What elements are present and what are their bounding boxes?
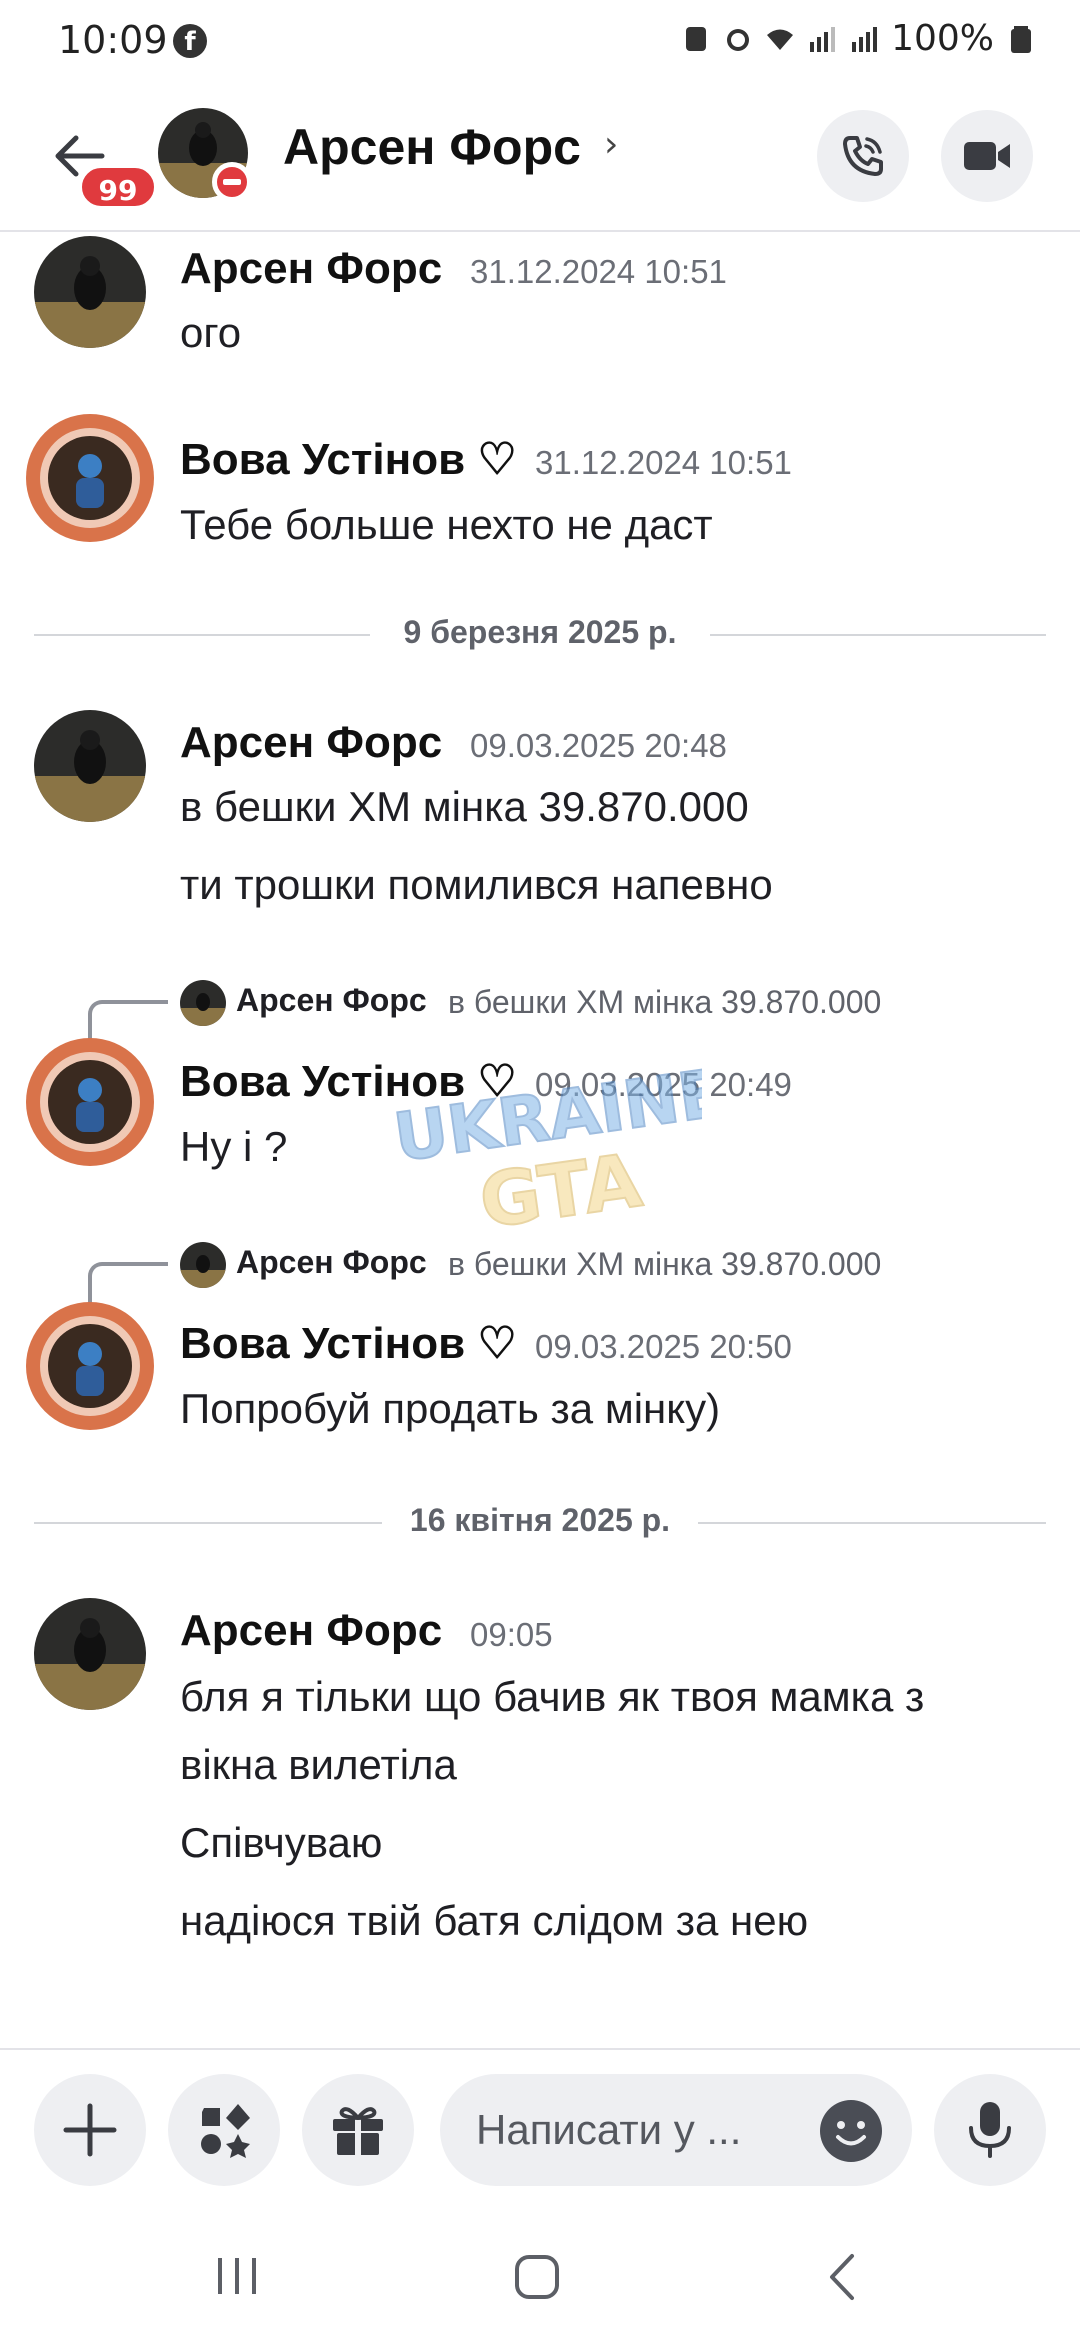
voice-call-button[interactable] xyxy=(817,110,909,202)
back-nav-icon[interactable] xyxy=(824,2252,858,2302)
status-bar: 10:09 f 100% xyxy=(0,0,1080,84)
nfc-icon xyxy=(686,26,707,51)
reply-reference[interactable]: Арсен Форс в бешки ХМ мінка 39.870.000 xyxy=(88,976,1068,1048)
message-input-placeholder: Написати у ... xyxy=(476,2106,742,2153)
message-timestamp: 09.03.2025 20:48 xyxy=(470,727,727,764)
avatar-vova[interactable] xyxy=(22,410,158,546)
message-text[interactable]: ти трошки помилився напевно xyxy=(180,860,773,910)
date-divider: 9 березня 2025 р. xyxy=(34,614,1046,654)
battery-percent: 100% xyxy=(891,18,994,59)
message-text[interactable]: надіюся твій батя слідом за нею xyxy=(180,1896,808,1946)
apps-icon xyxy=(201,2104,250,2158)
message-text[interactable]: Попробуй продать за мінку) xyxy=(180,1384,720,1434)
date-divider-text: 9 березня 2025 р. xyxy=(403,614,677,650)
avatar-arsen[interactable] xyxy=(34,236,146,348)
reply-avatar xyxy=(180,1242,226,1288)
voice-message-button[interactable] xyxy=(934,2074,1046,2186)
message-author[interactable]: Арсен Форс xyxy=(180,1606,442,1656)
signal-icon xyxy=(810,26,836,52)
message-author[interactable]: Арсен Форс xyxy=(180,718,442,768)
home-icon[interactable] xyxy=(512,2252,562,2302)
date-divider: 16 квітня 2025 р. xyxy=(34,1502,1046,1542)
message-author[interactable]: Арсен Форс xyxy=(180,244,442,294)
wifi-icon xyxy=(767,29,794,50)
reply-avatar xyxy=(180,980,226,1026)
battery-icon xyxy=(1011,25,1031,53)
message-input[interactable]: Написати у ... xyxy=(440,2074,912,2186)
avatar-vova[interactable] xyxy=(22,1034,158,1170)
microphone-icon xyxy=(969,2102,1011,2158)
reply-reference[interactable]: Арсен Форс в бешки ХМ мінка 39.870.000 xyxy=(88,1238,1068,1310)
recent-apps-icon[interactable] xyxy=(214,2254,260,2298)
plus-icon xyxy=(63,2103,117,2157)
ukraine-gta-watermark: UKRAINE GTA xyxy=(392,1053,702,1246)
message-composer: Написати у ... xyxy=(0,2048,1080,2188)
avatar-vova[interactable] xyxy=(22,1298,158,1434)
apps-button[interactable] xyxy=(168,2074,280,2186)
reply-text: в бешки ХМ мінка 39.870.000 xyxy=(448,984,882,1020)
alarm-icon xyxy=(727,28,750,51)
message-text[interactable]: вікна вилетіла xyxy=(180,1740,457,1790)
system-navigation-bar xyxy=(0,2220,1080,2340)
message-timestamp: 09.03.2025 20:50 xyxy=(535,1328,792,1365)
reply-author: Арсен Форс xyxy=(236,1244,427,1280)
gift-button[interactable] xyxy=(302,2074,414,2186)
message-timestamp: 09:05 xyxy=(470,1616,553,1653)
emoji-icon[interactable] xyxy=(820,2100,882,2162)
do-not-disturb-status-icon xyxy=(212,162,252,202)
facebook-notification-icon: f xyxy=(173,24,207,58)
avatar-arsen[interactable] xyxy=(34,1598,146,1710)
video-call-button[interactable] xyxy=(941,110,1033,202)
chevron-right-icon[interactable]: › xyxy=(604,124,618,165)
status-icons: 100% xyxy=(681,18,1036,59)
message-text[interactable]: бля я тільки що бачив як твоя мамка з xyxy=(180,1672,924,1722)
message-timestamp: 31.12.2024 10:51 xyxy=(535,444,792,481)
message-text[interactable]: Співчуваю xyxy=(180,1818,382,1868)
gift-icon xyxy=(333,2107,383,2157)
contact-name[interactable]: Арсен Форс xyxy=(283,118,581,176)
reply-text: в бешки ХМ мінка 39.870.000 xyxy=(448,1246,882,1282)
message-text[interactable]: ого xyxy=(180,308,241,358)
message-text[interactable]: Тебе больше нехто не даст xyxy=(180,500,713,550)
phone-icon xyxy=(843,136,883,176)
add-attachment-button[interactable] xyxy=(34,2074,146,2186)
video-camera-icon xyxy=(964,142,1010,170)
date-divider-text: 16 квітня 2025 р. xyxy=(409,1502,671,1538)
signal-icon-2 xyxy=(852,26,878,52)
avatar-arsen[interactable] xyxy=(34,710,146,822)
message-text[interactable]: Ну і ? xyxy=(180,1122,287,1172)
message-author[interactable]: Вова Устінов ♡ xyxy=(180,1318,517,1369)
message-author[interactable]: Вова Устінов ♡ xyxy=(180,434,517,485)
message-timestamp: 31.12.2024 10:51 xyxy=(470,253,727,290)
unread-badge: 99 xyxy=(78,164,158,210)
reply-author: Арсен Форс xyxy=(236,982,427,1018)
status-time: 10:09 xyxy=(58,18,168,62)
chat-header: 99 Арсен Форс › xyxy=(0,84,1080,232)
message-text[interactable]: в бешки ХМ мінка 39.870.000 xyxy=(180,782,749,832)
